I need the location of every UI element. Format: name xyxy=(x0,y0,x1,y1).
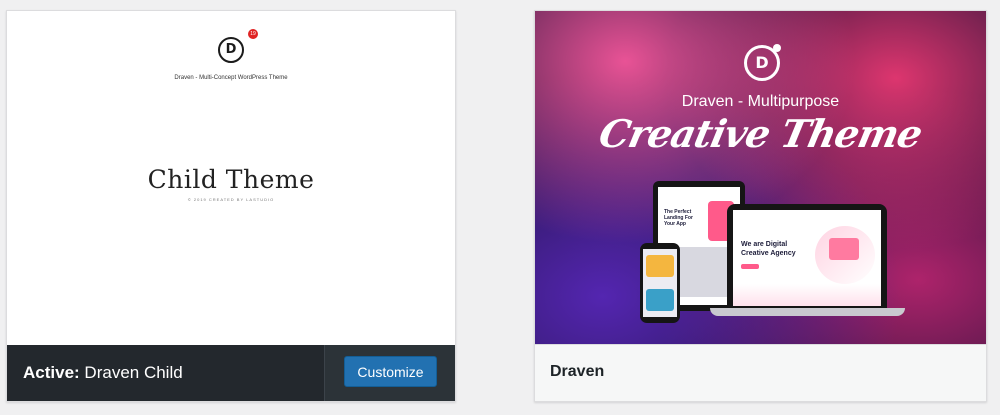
logo-letter: D xyxy=(225,42,237,57)
tablet-headline: The Perfect Landing For Your App xyxy=(664,209,693,227)
theme-name: Active: Draven Child xyxy=(23,363,183,383)
theme-screenshot[interactable]: D Draven - Multipurpose Creative Theme T… xyxy=(535,11,986,347)
theme-actions: Customize xyxy=(324,345,455,401)
theme-name: Draven xyxy=(550,363,605,380)
laptop-mockup: We are Digital Creative Agency xyxy=(727,204,887,308)
draven-logo-icon: D xyxy=(744,44,781,81)
laptop-headline: We are Digital Creative Agency xyxy=(741,241,796,257)
screenshot-heading: Draven - Multipurpose xyxy=(681,93,840,110)
theme-name-bar: Active: Draven Child Customize xyxy=(7,345,455,401)
screenshot-title: Child Theme xyxy=(147,165,315,194)
theme-name-bar: Draven xyxy=(535,344,986,401)
theme-screenshot[interactable]: D 19 Draven - Multi-Concept WordPress Th… xyxy=(7,11,455,347)
screenshot-subtitle: Draven - Multi-Concept WordPress Theme xyxy=(174,75,288,81)
phone-mockup xyxy=(640,243,680,323)
active-theme-name: Draven Child xyxy=(84,363,183,382)
notification-badge: 19 xyxy=(248,29,258,39)
laptop-base xyxy=(710,308,905,316)
draven-logo-icon: D xyxy=(218,37,244,63)
theme-card-draven[interactable]: D Draven - Multipurpose Creative Theme T… xyxy=(534,10,987,402)
laptop-cta xyxy=(741,264,759,269)
laptop-screen: We are Digital Creative Agency xyxy=(733,210,881,306)
logo-dot xyxy=(773,44,781,52)
theme-card-draven-child[interactable]: D 19 Draven - Multi-Concept WordPress Th… xyxy=(6,10,456,402)
screenshot-copyright: © 2019 CREATED BY LASTUDIO xyxy=(187,197,275,202)
phone-image-1 xyxy=(646,255,674,277)
phone-image-2 xyxy=(646,289,674,311)
laptop-wave xyxy=(733,284,881,306)
phone-screen xyxy=(643,249,677,317)
laptop-graphic xyxy=(829,238,859,260)
customize-button[interactable]: Customize xyxy=(344,356,437,387)
screenshot-script-title: Creative Theme xyxy=(595,111,926,156)
active-label: Active: xyxy=(23,363,80,382)
logo-letter: D xyxy=(755,53,769,72)
